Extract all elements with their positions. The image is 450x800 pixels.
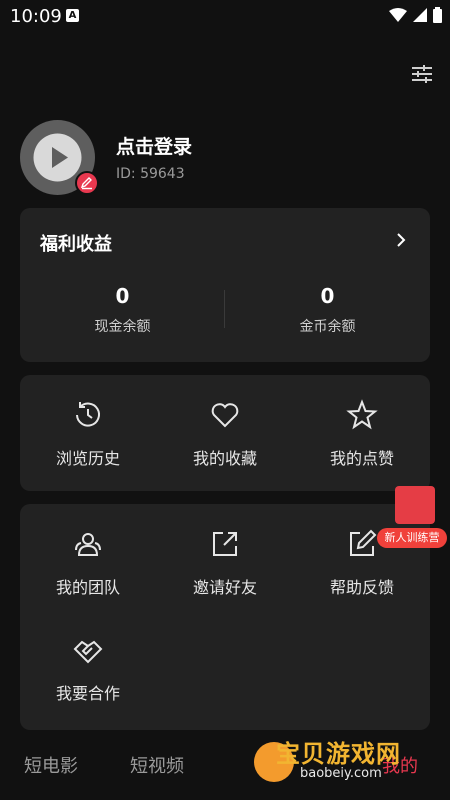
cash-value: 0 bbox=[115, 284, 130, 308]
history-icon bbox=[76, 402, 100, 427]
invite-button[interactable]: 邀请好友 bbox=[157, 528, 293, 598]
profile-section[interactable]: 点击登录 ID: 59643 bbox=[20, 120, 430, 196]
coin-balance[interactable]: 0 金币余额 bbox=[225, 284, 430, 336]
status-time: 10:09 bbox=[10, 6, 62, 27]
team-button[interactable]: 我的团队 bbox=[20, 528, 156, 598]
cooperate-label: 我要合作 bbox=[55, 684, 120, 703]
quick-actions-card: 浏览历史 我的收藏 我的点赞 bbox=[20, 375, 430, 491]
heart-icon bbox=[211, 403, 239, 428]
cash-balance[interactable]: 0 现金余额 bbox=[20, 284, 225, 336]
newbie-camp-label: 新人训练营 bbox=[377, 528, 447, 548]
login-link[interactable]: 点击登录 bbox=[116, 132, 192, 159]
wifi-icon bbox=[389, 8, 407, 22]
sliders-icon bbox=[412, 65, 432, 83]
chevron-right-icon[interactable] bbox=[394, 232, 408, 248]
favorites-label: 我的收藏 bbox=[192, 449, 257, 468]
user-id: ID: 59643 bbox=[116, 166, 185, 182]
pencil-icon bbox=[80, 177, 92, 190]
avatar-edit-button[interactable] bbox=[75, 171, 99, 195]
more-actions-card: 我的团队 邀请好友 帮助反馈 我要合作 bbox=[20, 504, 430, 730]
cooperate-button[interactable]: 我要合作 bbox=[20, 634, 156, 704]
likes-button[interactable]: 我的点赞 bbox=[294, 399, 430, 469]
star-icon bbox=[346, 399, 378, 430]
watermark-logo: 宝贝游戏网 baobeiy.com bbox=[252, 700, 450, 800]
notification-a-icon: A bbox=[66, 9, 79, 22]
signal-icon bbox=[413, 8, 427, 22]
feedback-label: 帮助反馈 bbox=[329, 578, 394, 597]
history-label: 浏览历史 bbox=[55, 449, 120, 468]
edit-icon bbox=[350, 529, 377, 556]
tab-short-videos[interactable]: 短视频 bbox=[130, 752, 184, 778]
avatar[interactable] bbox=[20, 120, 99, 195]
history-button[interactable]: 浏览历史 bbox=[20, 399, 156, 469]
watermark-brand: 宝贝游戏网 bbox=[276, 740, 401, 768]
system-icons bbox=[389, 7, 442, 23]
tab-short-movies[interactable]: 短电影 bbox=[24, 752, 78, 778]
team-label: 我的团队 bbox=[55, 578, 120, 597]
favorites-button[interactable]: 我的收藏 bbox=[157, 399, 293, 469]
invite-label: 邀请好友 bbox=[192, 578, 257, 597]
newbie-camp-badge[interactable]: 新人训练营 bbox=[377, 486, 447, 550]
settings-button[interactable] bbox=[410, 62, 434, 86]
battery-icon bbox=[433, 7, 442, 23]
cash-label: 现金余额 bbox=[94, 319, 151, 335]
handshake-icon bbox=[73, 640, 103, 664]
welfare-title: 福利收益 bbox=[40, 234, 112, 255]
share-icon bbox=[213, 532, 237, 556]
watermark-site: baobeiy.com bbox=[300, 766, 382, 781]
welfare-card[interactable]: 福利收益 0 现金余额 0 金币余额 bbox=[20, 208, 430, 362]
gift-box-icon bbox=[395, 486, 435, 524]
coin-label: 金币余额 bbox=[299, 319, 356, 335]
team-icon bbox=[75, 533, 101, 556]
status-bar: 10:09 A bbox=[0, 0, 450, 32]
likes-label: 我的点赞 bbox=[329, 449, 394, 468]
coin-value: 0 bbox=[320, 284, 335, 308]
